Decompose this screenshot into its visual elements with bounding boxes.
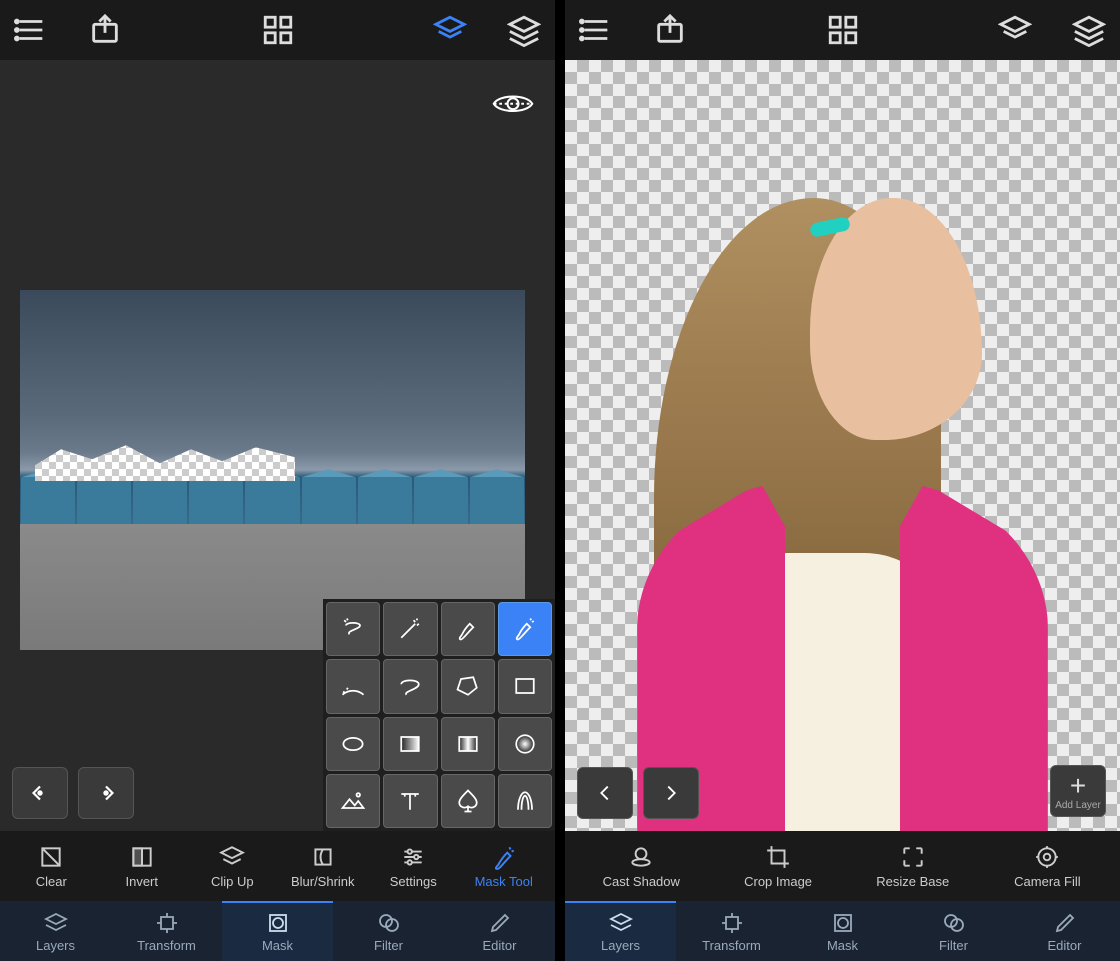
mirror-gradient-tool[interactable]	[441, 717, 495, 771]
tab-editor-label: Editor	[1048, 938, 1082, 953]
grid-icon[interactable]	[826, 13, 860, 47]
magic-lasso-tool[interactable]	[326, 602, 380, 656]
polygon-tool[interactable]	[441, 659, 495, 713]
camerafill-label: Camera Fill	[1014, 874, 1080, 889]
right-tab-bar: Layers Transform Mask Filter Editor	[565, 901, 1120, 961]
tab-editor[interactable]: Editor	[444, 901, 555, 961]
clipup-label: Clip Up	[211, 874, 254, 889]
right-canvas[interactable]: + Add Layer	[565, 60, 1120, 831]
invert-label: Invert	[125, 874, 158, 889]
undo-button[interactable]	[12, 767, 68, 819]
masktool-label: Mask Tool	[475, 874, 533, 889]
resizebase-action[interactable]: Resize Base	[876, 844, 949, 889]
invert-action[interactable]: Invert	[107, 844, 177, 889]
left-topbar	[0, 0, 555, 60]
arc-tool[interactable]	[326, 659, 380, 713]
layer-nav	[577, 767, 699, 819]
tab-layers[interactable]: Layers	[565, 901, 676, 961]
blurshrink-label: Blur/Shrink	[291, 874, 355, 889]
radial-gradient-tool[interactable]	[498, 717, 552, 771]
settings-label: Settings	[390, 874, 437, 889]
clipup-action[interactable]: Clip Up	[197, 844, 267, 889]
redo-button[interactable]	[78, 767, 134, 819]
right-topbar	[565, 0, 1120, 60]
brush-tool[interactable]	[441, 602, 495, 656]
tab-filter[interactable]: Filter	[898, 901, 1009, 961]
add-layer-label: Add Layer	[1055, 800, 1101, 811]
layers-outline-icon[interactable]	[998, 13, 1032, 47]
tab-filter-label: Filter	[939, 938, 968, 953]
tab-mask[interactable]: Mask	[222, 901, 333, 961]
tab-transform[interactable]: Transform	[676, 901, 787, 961]
castshadow-action[interactable]: Cast Shadow	[603, 844, 680, 889]
tab-mask[interactable]: Mask	[787, 901, 898, 961]
layers-stack-icon[interactable]	[507, 13, 541, 47]
castshadow-label: Cast Shadow	[603, 874, 680, 889]
left-action-bar: Clear Invert Clip Up Blur/Shrink Setting…	[0, 831, 555, 901]
tab-transform[interactable]: Transform	[111, 901, 222, 961]
mask-layer-icon[interactable]	[433, 13, 467, 47]
tab-mask-label: Mask	[827, 938, 858, 953]
list-icon[interactable]	[579, 13, 613, 47]
grid-icon[interactable]	[261, 13, 295, 47]
cropimage-action[interactable]: Crop Image	[743, 844, 813, 889]
plus-icon: +	[1070, 772, 1086, 800]
tab-mask-label: Mask	[262, 938, 293, 953]
girl-figure	[637, 142, 1048, 831]
hair-tool[interactable]	[498, 774, 552, 828]
cutout-subject[interactable]	[565, 142, 1120, 831]
prev-layer-button[interactable]	[577, 767, 633, 819]
clear-label: Clear	[36, 874, 67, 889]
blurshrink-action[interactable]: Blur/Shrink	[288, 844, 358, 889]
rectangle-tool[interactable]	[498, 659, 552, 713]
linear-gradient-tool[interactable]	[383, 717, 437, 771]
visibility-eye-icon[interactable]	[491, 90, 535, 118]
left-panel: Clear Invert Clip Up Blur/Shrink Setting…	[0, 0, 555, 961]
settings-action[interactable]: Settings	[378, 844, 448, 889]
text-tool[interactable]	[383, 774, 437, 828]
tab-filter-label: Filter	[374, 938, 403, 953]
cropimage-label: Crop Image	[744, 874, 812, 889]
layers-stack-icon[interactable]	[1072, 13, 1106, 47]
list-icon[interactable]	[14, 13, 48, 47]
tab-editor-label: Editor	[483, 938, 517, 953]
magic-brush-tool[interactable]	[498, 602, 552, 656]
tab-filter[interactable]: Filter	[333, 901, 444, 961]
tab-transform-label: Transform	[137, 938, 196, 953]
magic-wand-tool[interactable]	[383, 602, 437, 656]
tab-editor[interactable]: Editor	[1009, 901, 1120, 961]
lasso-tool[interactable]	[383, 659, 437, 713]
tab-layers-label: Layers	[36, 938, 75, 953]
share-icon[interactable]	[88, 13, 122, 47]
landscape-tool[interactable]	[326, 774, 380, 828]
tab-transform-label: Transform	[702, 938, 761, 953]
masktool-action[interactable]: Mask Tool	[469, 844, 539, 889]
edited-image[interactable]	[20, 290, 525, 650]
ellipse-tool[interactable]	[326, 717, 380, 771]
left-tab-bar: Layers Transform Mask Filter Editor	[0, 901, 555, 961]
clear-action[interactable]: Clear	[16, 844, 86, 889]
beach-huts	[20, 477, 525, 524]
add-layer-button[interactable]: + Add Layer	[1050, 765, 1106, 817]
next-layer-button[interactable]	[643, 767, 699, 819]
right-panel: + Add Layer Cast Shadow Crop Image Resiz…	[565, 0, 1120, 961]
resizebase-label: Resize Base	[876, 874, 949, 889]
mask-tool-grid	[323, 599, 555, 831]
erased-region	[35, 441, 295, 481]
tab-layers-label: Layers	[601, 938, 640, 953]
right-action-bar: Cast Shadow Crop Image Resize Base Camer…	[565, 831, 1120, 901]
tab-layers[interactable]: Layers	[0, 901, 111, 961]
left-canvas[interactable]	[0, 60, 555, 831]
share-icon[interactable]	[653, 13, 687, 47]
history-nav	[12, 767, 134, 819]
camerafill-action[interactable]: Camera Fill	[1012, 844, 1082, 889]
spade-tool[interactable]	[441, 774, 495, 828]
